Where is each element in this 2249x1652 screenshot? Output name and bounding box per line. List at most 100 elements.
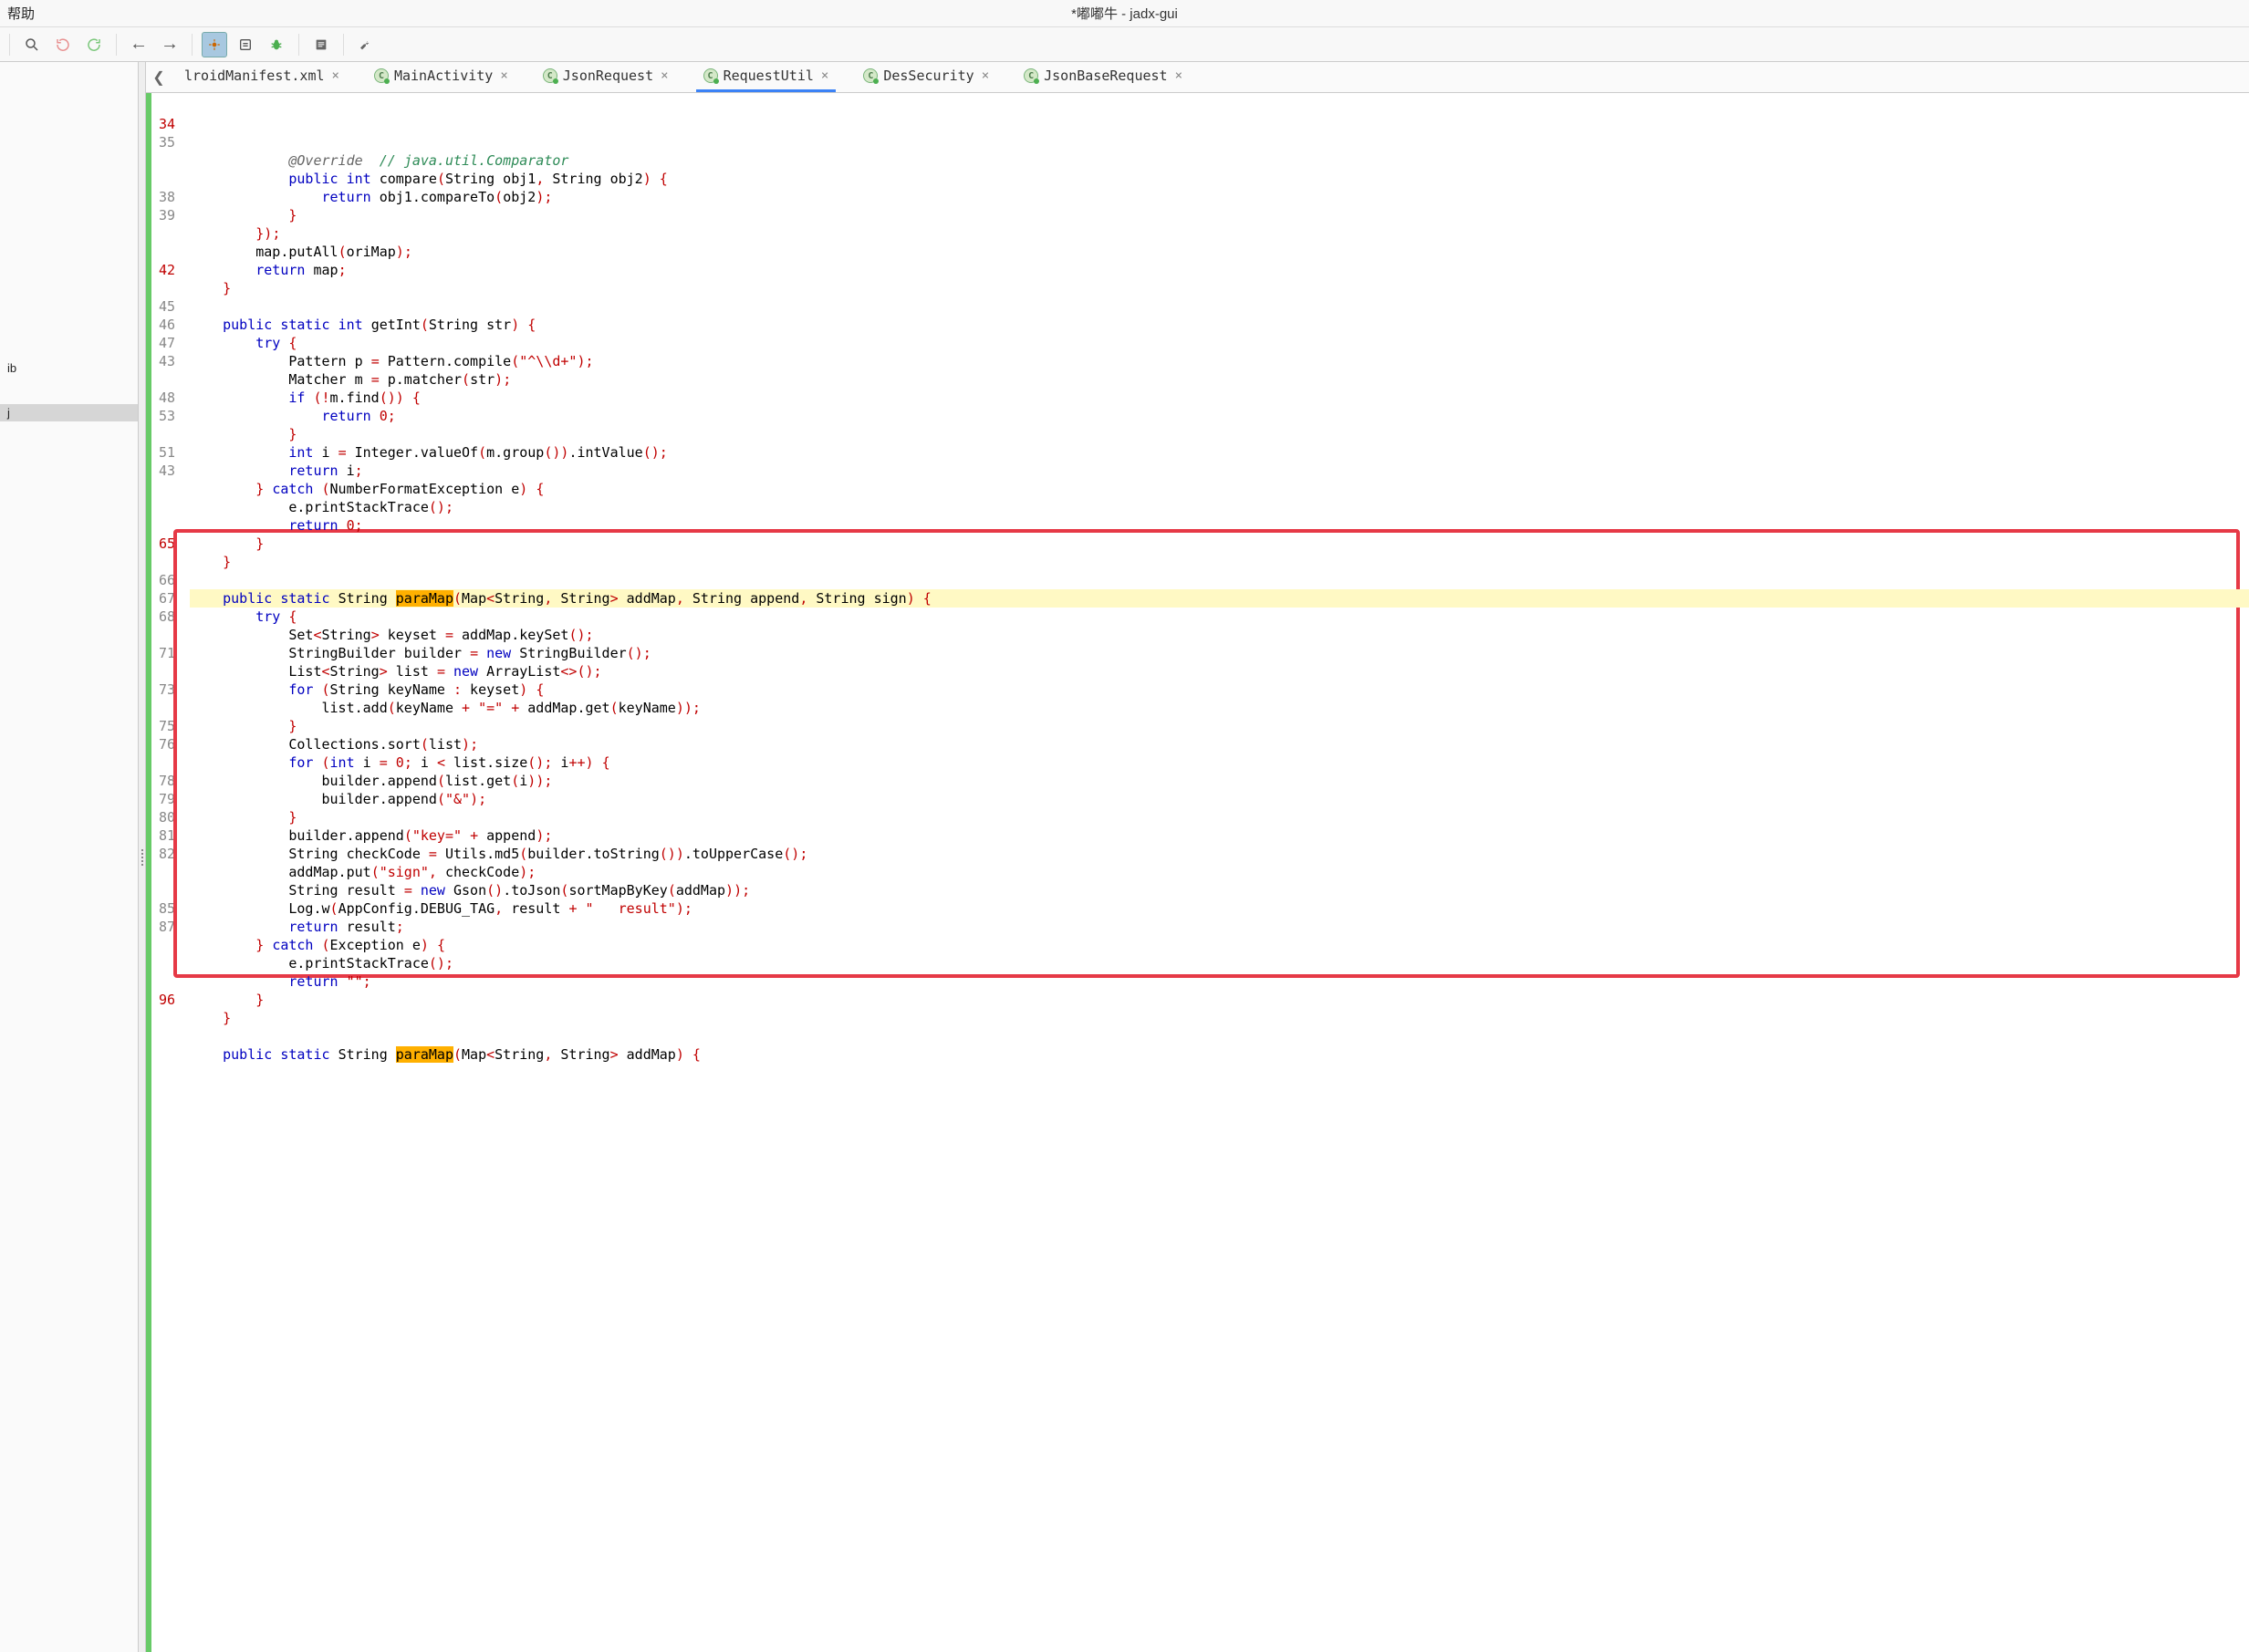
sidebar-item[interactable]: j (0, 404, 138, 421)
tab-jsonrequest[interactable]: C JsonRequest × (536, 62, 676, 92)
toolbar-separator (343, 34, 344, 56)
wrench-icon[interactable] (353, 32, 379, 57)
toolbar-separator (9, 34, 10, 56)
code-line[interactable]: return result; (190, 918, 2249, 936)
code-line[interactable]: return ""; (190, 972, 2249, 991)
code-line[interactable]: public static String paraMap(Map<String,… (190, 589, 2249, 608)
code-line[interactable]: } catch (Exception e) { (190, 936, 2249, 954)
close-icon[interactable]: × (661, 69, 668, 82)
toolbar-separator (192, 34, 193, 56)
preferences-icon[interactable] (202, 32, 227, 57)
code-line[interactable]: Log.w(AppConfig.DEBUG_TAG, result + " re… (190, 899, 2249, 918)
code-line[interactable] (190, 297, 2249, 316)
sidebar-item[interactable]: ib (0, 359, 138, 377)
window-title: *嘟嘟牛 - jadx-gui (1071, 4, 1178, 23)
code-area[interactable]: 3435383942454647434853514365666768717375… (146, 93, 2249, 1652)
code-line[interactable]: int i = Integer.valueOf(m.group()).intVa… (190, 443, 2249, 462)
bug-icon[interactable] (264, 32, 289, 57)
toolbar: ← → (0, 27, 2249, 62)
code-line[interactable]: return 0; (190, 516, 2249, 535)
code-line[interactable] (190, 571, 2249, 589)
code-line[interactable]: Collections.sort(list); (190, 735, 2249, 753)
tab-mainactivity[interactable]: C MainActivity × (367, 62, 515, 92)
code-line[interactable] (190, 1027, 2249, 1045)
forward-icon[interactable]: → (157, 32, 182, 57)
code-line[interactable]: String result = new Gson().toJson(sortMa… (190, 881, 2249, 899)
code-line[interactable]: try { (190, 608, 2249, 626)
tab-label: DesSecurity (883, 68, 974, 84)
code-line[interactable]: } (190, 717, 2249, 735)
close-icon[interactable]: × (1175, 69, 1182, 82)
tab-dessecurity[interactable]: CDesSecurity× (856, 62, 996, 92)
code-line[interactable]: @Override // java.util.Comparator (190, 151, 2249, 170)
tab-label: JsonBaseRequest (1044, 68, 1167, 84)
search-icon[interactable] (19, 32, 45, 57)
code-line[interactable]: String checkCode = Utils.md5(builder.toS… (190, 845, 2249, 863)
code-line[interactable]: List<String> list = new ArrayList<>(); (190, 662, 2249, 681)
code-line[interactable]: } (190, 535, 2249, 553)
code-line[interactable]: } (190, 279, 2249, 297)
code-line[interactable]: public static String paraMap(Map<String,… (190, 1045, 2249, 1064)
code-line[interactable]: list.add(keyName + "=" + addMap.get(keyN… (190, 699, 2249, 717)
class-icon: C (543, 68, 557, 83)
close-icon[interactable]: × (500, 69, 507, 82)
code-line[interactable]: e.printStackTrace(); (190, 954, 2249, 972)
log-icon[interactable] (308, 32, 334, 57)
code-line[interactable]: Pattern p = Pattern.compile("^\\d+"); (190, 352, 2249, 370)
code-line[interactable]: builder.append("key=" + append); (190, 826, 2249, 845)
code-line[interactable]: Matcher m = p.matcher(str); (190, 370, 2249, 389)
code-line[interactable]: for (String keyName : keyset) { (190, 681, 2249, 699)
toolbar-separator (116, 34, 117, 56)
code-line[interactable]: return obj1.compareTo(obj2); (190, 188, 2249, 206)
editor: ❮ lroidManifest.xml × C MainActivity × C JsonR… (146, 62, 2249, 1652)
tab-requestutil[interactable]: C RequestUtil × (696, 62, 837, 92)
code-line[interactable]: Set<String> keyset = addMap.keySet(); (190, 626, 2249, 644)
code-line[interactable]: } (190, 206, 2249, 224)
tab-label: lroidManifest.xml (184, 68, 325, 84)
code-line[interactable]: } catch (NumberFormatException e) { (190, 480, 2249, 498)
code-line[interactable]: builder.append("&"); (190, 790, 2249, 808)
code-line[interactable]: }); (190, 224, 2249, 243)
code-line[interactable]: return map; (190, 261, 2249, 279)
code-line[interactable]: } (190, 991, 2249, 1009)
code-line[interactable]: } (190, 808, 2249, 826)
tab-label: JsonRequest (563, 68, 653, 84)
code-line[interactable]: if (!m.find()) { (190, 389, 2249, 407)
code-line[interactable]: map.putAll(oriMap); (190, 243, 2249, 261)
close-icon[interactable]: × (821, 69, 828, 82)
refresh-close-icon[interactable] (81, 32, 107, 57)
tab-label: MainActivity (394, 68, 493, 84)
tab-lroidmanifestxml[interactable]: lroidManifest.xml × (177, 62, 347, 92)
tabs-bar: ❮ lroidManifest.xml × C MainActivity × C JsonR… (146, 62, 2249, 93)
code-content[interactable]: @Override // java.util.Comparator public… (179, 93, 2249, 1652)
code-line[interactable]: for (int i = 0; i < list.size(); i++) { (190, 753, 2249, 772)
main-area: ib j ❮ lroidManifest.xml×CMainActivity×C… (0, 62, 2249, 1652)
back-icon[interactable]: ← (126, 32, 151, 57)
code-line[interactable]: try { (190, 334, 2249, 352)
line-gutter: 3435383942454647434853514365666768717375… (151, 93, 179, 1652)
code-line[interactable]: return 0; (190, 407, 2249, 425)
titlebar: 帮助 *嘟嘟牛 - jadx-gui (0, 0, 2249, 27)
code-line[interactable]: } (190, 425, 2249, 443)
code-line[interactable]: addMap.put("sign", checkCode); (190, 863, 2249, 881)
decompile-icon[interactable] (233, 32, 258, 57)
close-icon[interactable]: × (332, 69, 339, 82)
toolbar-separator (298, 34, 299, 56)
code-line[interactable]: e.printStackTrace(); (190, 498, 2249, 516)
tab-scroll-left-icon[interactable]: ❮ (151, 62, 166, 92)
tab-label: RequestUtil (724, 68, 814, 84)
tab-jsonbaserequest[interactable]: CJsonBaseRequest× (1016, 62, 1190, 92)
code-line[interactable]: } (190, 553, 2249, 571)
code-line[interactable]: public static int getInt(String str) { (190, 316, 2249, 334)
class-icon: C (703, 68, 718, 83)
splitter-handle[interactable] (139, 62, 146, 1652)
close-icon[interactable]: × (982, 69, 989, 82)
class-icon: C (374, 68, 389, 83)
code-line[interactable]: public int compare(String obj1, String o… (190, 170, 2249, 188)
code-line[interactable]: return i; (190, 462, 2249, 480)
code-line[interactable]: } (190, 1009, 2249, 1027)
refresh-open-icon[interactable] (50, 32, 76, 57)
menu-help[interactable]: 帮助 (7, 4, 35, 23)
code-line[interactable]: builder.append(list.get(i)); (190, 772, 2249, 790)
code-line[interactable]: StringBuilder builder = new StringBuilde… (190, 644, 2249, 662)
